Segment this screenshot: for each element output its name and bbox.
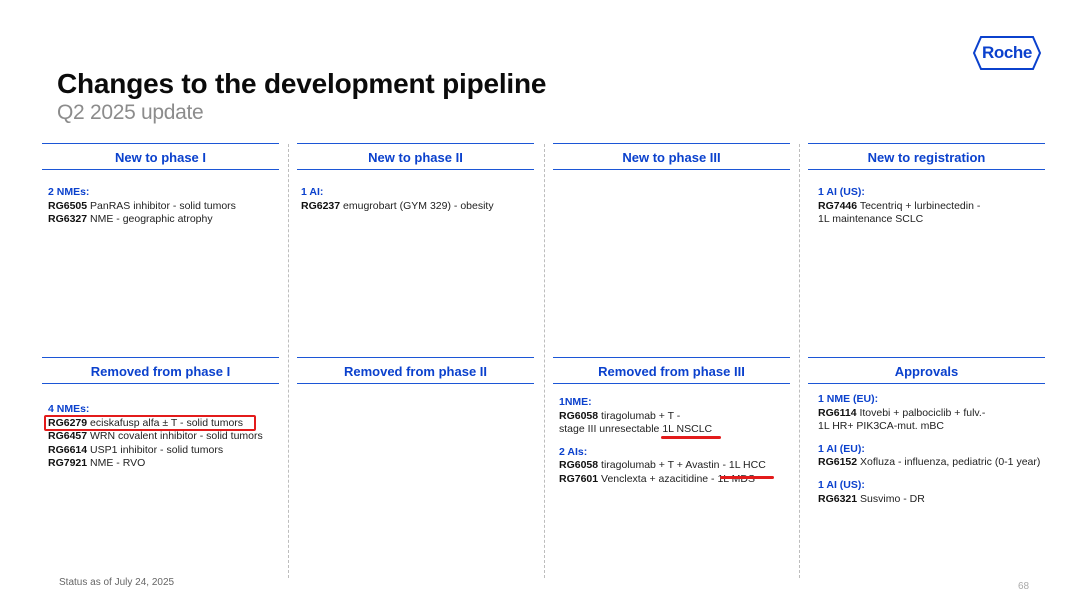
header-removed-from-phase-1: Removed from phase I: [42, 357, 279, 384]
header-new-to-phase-2: New to phase II: [297, 143, 534, 170]
entry-description: NME - RVO: [87, 457, 146, 470]
entry-description: tiragolumab + T -: [598, 409, 681, 422]
entry-group: 2 AIs: RG6058 tiragolumab + T + Avastin -…: [559, 446, 766, 487]
group-label: 2 NMEs:: [48, 186, 90, 198]
group-label: 1 NME (EU):: [818, 393, 879, 405]
header-removed-from-phase-3: Removed from phase III: [553, 357, 790, 384]
entry-group: 4 NMEs: RG6279 eciskafusp alfa ± T - soli…: [48, 403, 263, 471]
pipeline-entry: stage III unresectable 1L NSCLC: [559, 423, 766, 437]
pipeline-entry: RG6321 Susvimo - DR: [818, 493, 1040, 507]
roche-logo: Roche: [972, 35, 1042, 71]
entry-description: Susvimo - DR: [857, 492, 925, 505]
column-separator: [799, 144, 800, 578]
group-label: 1 AI (EU):: [818, 442, 865, 455]
cell-removed-from-phase-3: 1NME: RG6058 tiragolumab + T - stage III u…: [559, 396, 766, 496]
pipeline-entry: RG6237 emugrobart (GYM 329) - obesity: [301, 200, 494, 214]
molecule-code: RG6327: [48, 213, 88, 226]
column-separator: [288, 144, 289, 578]
pipeline-entry: RG6152 Xofluza - influenza, pediatric (0…: [818, 456, 1040, 470]
entry-description: Xofluza - influenza, pediatric (0-1 year…: [857, 456, 1041, 469]
molecule-code: RG6114: [818, 406, 857, 419]
page-number: 68: [1018, 581, 1030, 592]
pipeline-entry: RG6114 Itovebi + palbociclib + fulv.-: [818, 407, 1040, 421]
entry-description: 1L HR+ PIK3CA-mut. mBC: [818, 420, 944, 433]
group-label: 2 AIs:: [559, 445, 588, 458]
molecule-code: RG6614: [48, 443, 88, 456]
header-approvals: Approvals: [808, 357, 1045, 384]
pipeline-entry: RG6327 NME - geographic atrophy: [48, 213, 236, 227]
entry-description: USP1 inhibitor - solid tumors: [87, 443, 224, 456]
pipeline-entry: RG6457 WRN covalent inhibitor - solid tu…: [48, 430, 263, 444]
entry-description: Itovebi + palbociclib + fulv.-: [856, 406, 986, 419]
column-separator: [544, 144, 545, 578]
molecule-code: RG6321: [818, 492, 858, 505]
group-label: 1 AI (US):: [818, 478, 865, 491]
molecule-code: RG6505: [48, 199, 88, 212]
entry-group: 1NME: RG6058 tiragolumab + T - stage III u…: [559, 396, 766, 437]
molecule-code: RG6237: [301, 199, 341, 212]
entry-description: tiragolumab + T + Avastin - 1L HCC: [598, 459, 766, 472]
header-new-to-registration: New to registration: [808, 143, 1045, 170]
highlight-underline: [661, 436, 721, 439]
pipeline-entry: RG6058 tiragolumab + T + Avastin - 1L HC…: [559, 459, 766, 473]
molecule-code: RG7446: [818, 199, 858, 212]
cell-new-to-registration: 1 AI (US): RG7446 Tecentriq + lurbinected…: [818, 186, 980, 236]
page-subtitle: Q2 2025 update: [57, 101, 204, 124]
group-label: 1 AI (US):: [818, 186, 865, 198]
entry-description: emugrobart (GYM 329) - obesity: [340, 199, 494, 212]
page-title: Changes to the development pipeline: [57, 68, 547, 99]
molecule-code: RG6058: [559, 409, 599, 422]
header-new-to-phase-3: New to phase III: [553, 143, 790, 170]
highlight-box: [44, 415, 256, 431]
entry-group: 1 AI (US): RG7446 Tecentriq + lurbinected…: [818, 186, 980, 227]
pipeline-entry: 1L maintenance SCLC: [818, 213, 980, 227]
entry-description: stage III unresectable 1L NSCLC: [559, 423, 713, 436]
pipeline-entry: RG6614 USP1 inhibitor - solid tumors: [48, 444, 263, 458]
entry-group: 1 AI (EU): RG6152 Xofluza - influenza, pe…: [818, 443, 1040, 470]
entry-description: PanRAS inhibitor - solid tumors: [87, 199, 236, 212]
pipeline-entry: RG7446 Tecentriq + lurbinectedin -: [818, 200, 980, 214]
pipeline-entry: RG7921 NME - RVO: [48, 457, 263, 471]
pipeline-entry: RG6058 tiragolumab + T -: [559, 410, 766, 424]
entry-group: 2 NMEs: RG6505 PanRAS inhibitor - solid t…: [48, 186, 236, 227]
entry-group: 1 AI: RG6237 emugrobart (GYM 329) - obesi…: [301, 186, 494, 213]
entry-description: Tecentriq + lurbinectedin -: [857, 199, 981, 212]
header-removed-from-phase-2: Removed from phase II: [297, 357, 534, 384]
entry-description: WRN covalent inhibitor - solid tumors: [87, 430, 263, 443]
entry-description: NME - geographic atrophy: [87, 213, 213, 226]
pipeline-entry: RG7601 Venclexta + azacitidine - 1L MDS: [559, 473, 766, 487]
cell-new-to-phase-2: 1 AI: RG6237 emugrobart (GYM 329) - obesi…: [301, 186, 494, 222]
header-new-to-phase-1: New to phase I: [42, 143, 279, 170]
molecule-code: RG6457: [48, 430, 88, 443]
molecule-code: RG7601: [559, 472, 599, 485]
group-label: 1NME:: [559, 396, 592, 408]
group-label: 1 AI:: [301, 186, 324, 198]
cell-new-to-phase-1: 2 NMEs: RG6505 PanRAS inhibitor - solid t…: [48, 186, 236, 236]
entry-description: 1L maintenance SCLC: [818, 213, 924, 226]
status-footer: Status as of July 24, 2025: [59, 577, 175, 588]
roche-logo-text: Roche: [982, 43, 1032, 62]
cell-approvals: 1 NME (EU): RG6114 Itovebi + palbociclib …: [818, 393, 1040, 515]
molecule-code: RG6058: [559, 459, 599, 472]
entry-group: 1 AI (US): RG6321 Susvimo - DR: [818, 479, 1040, 506]
entry-group: 1 NME (EU): RG6114 Itovebi + palbociclib …: [818, 393, 1040, 434]
molecule-code: RG6152: [818, 456, 858, 469]
pipeline-entry: RG6505 PanRAS inhibitor - solid tumors: [48, 200, 236, 214]
highlight-underline: [720, 476, 774, 479]
molecule-code: RG7921: [48, 457, 88, 470]
pipeline-entry: 1L HR+ PIK3CA-mut. mBC: [818, 420, 1040, 434]
